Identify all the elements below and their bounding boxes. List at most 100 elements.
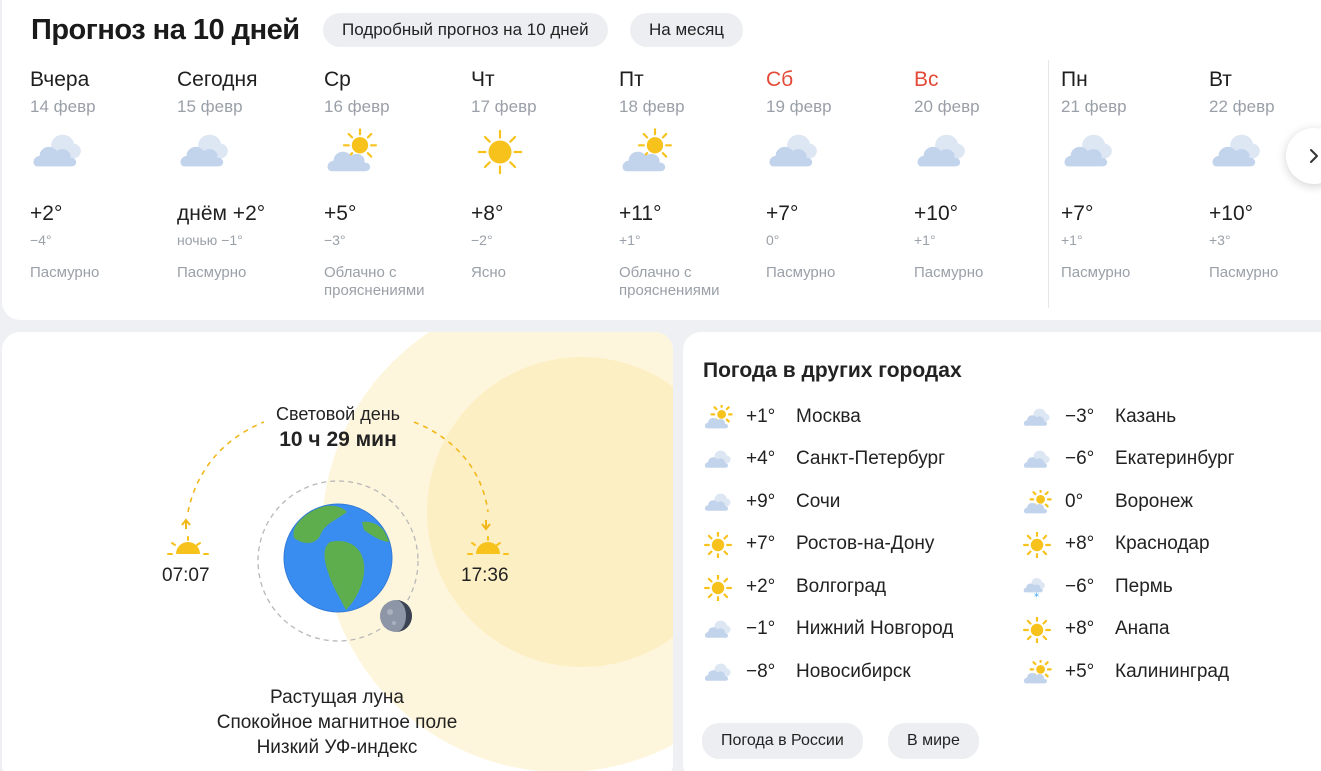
day-name: Вт bbox=[1209, 68, 1232, 91]
city-temperature: −6° bbox=[1065, 576, 1095, 597]
city-name: Пермь bbox=[1115, 576, 1173, 597]
city-temperature: −3° bbox=[1065, 406, 1095, 427]
city-name: Нижний Новгород bbox=[796, 618, 954, 639]
overcast-icon bbox=[1022, 447, 1052, 473]
city-name: Волгоград bbox=[796, 576, 887, 597]
overcast-icon bbox=[1022, 405, 1052, 431]
day-condition: Пасмурно bbox=[1061, 264, 1131, 281]
day-date: 17 февр bbox=[471, 97, 537, 116]
city-temperature: +9° bbox=[746, 491, 776, 512]
city-name: Анапа bbox=[1115, 618, 1170, 639]
city-row[interactable]: −3° Казань bbox=[1022, 403, 1321, 433]
day-temperature: +2° bbox=[30, 202, 63, 225]
night-temperature: −4° bbox=[30, 232, 52, 248]
partly-cloudy-icon bbox=[324, 128, 384, 178]
day-temperature: +10° bbox=[914, 202, 959, 225]
world-weather-button[interactable]: В мире bbox=[888, 723, 979, 759]
day-column[interactable]: Пт 18 февр +11° +1° Облачно с прояснениями bbox=[619, 68, 759, 299]
day-name: Пн bbox=[1061, 68, 1088, 91]
day-date: 19 февр bbox=[766, 97, 832, 116]
magnetic-field: Спокойное магнитное поле bbox=[216, 712, 458, 733]
russia-weather-button[interactable]: Погода в России bbox=[702, 723, 863, 759]
day-name: Ср bbox=[324, 68, 351, 91]
city-name: Калининград bbox=[1115, 661, 1230, 682]
city-name: Новосибирск bbox=[796, 661, 911, 682]
day-column[interactable]: Вс 20 февр +10° +1° Пасмурно bbox=[914, 68, 1054, 281]
day-condition: Пасмурно bbox=[1209, 264, 1279, 281]
overcast-icon bbox=[703, 660, 733, 686]
city-row[interactable]: −6° Екатеринбург bbox=[1022, 445, 1321, 475]
night-temperature: +3° bbox=[1209, 232, 1231, 248]
moon-phase: Растущая луна bbox=[270, 687, 404, 708]
sun-icon bbox=[471, 128, 531, 178]
day-condition: Ясно bbox=[471, 264, 506, 281]
city-row[interactable]: +2° Волгоград bbox=[703, 573, 1013, 603]
partly-cloudy-icon bbox=[619, 128, 679, 178]
day-column[interactable]: Сб 19 февр +7° 0° Пасмурно bbox=[766, 68, 906, 281]
partly-cloudy-icon bbox=[1022, 658, 1052, 686]
night-temperature: +1° bbox=[619, 232, 641, 248]
night-temperature: +1° bbox=[1061, 232, 1083, 248]
overcast-icon bbox=[703, 617, 733, 643]
day-column[interactable]: Ср 16 февр +5° −3° Облачно с прояснениями bbox=[324, 68, 464, 299]
detailed-forecast-button[interactable]: Подробный прогноз на 10 дней bbox=[323, 13, 608, 47]
overcast-icon bbox=[703, 447, 733, 473]
day-date: 18 февр bbox=[619, 97, 685, 116]
day-temperature: +8° bbox=[471, 202, 504, 225]
city-temperature: −6° bbox=[1065, 448, 1095, 469]
city-row[interactable]: 0° Воронеж bbox=[1022, 488, 1321, 518]
city-row[interactable]: −1° Нижний Новгород bbox=[703, 615, 1013, 645]
sun-icon bbox=[703, 531, 733, 559]
city-temperature: +4° bbox=[746, 448, 776, 469]
other-cities-panel: Погода в других городах +1° Москва +4° Санк… bbox=[683, 332, 1321, 771]
day-name: Сегодня bbox=[177, 68, 258, 91]
city-row[interactable]: −8° Новосибирск bbox=[703, 658, 1013, 688]
day-name: Сб bbox=[766, 68, 794, 91]
day-temperature: +11° bbox=[619, 202, 662, 225]
overcast-icon bbox=[1209, 128, 1269, 178]
overcast-icon bbox=[703, 490, 733, 516]
city-temperature: +1° bbox=[746, 406, 776, 427]
uv-index: Низкий УФ-индекс bbox=[256, 737, 418, 758]
day-column[interactable]: Чт 17 февр +8° −2° Ясно bbox=[471, 68, 611, 281]
city-row[interactable]: +8° Краснодар bbox=[1022, 530, 1321, 560]
day-name: Чт bbox=[471, 68, 495, 91]
night-temperature: −2° bbox=[471, 232, 493, 248]
day-column[interactable]: Вчера 14 февр +2° −4° Пасмурно bbox=[30, 68, 170, 281]
night-temperature: +1° bbox=[914, 232, 936, 248]
day-condition: Пасмурно bbox=[177, 264, 247, 281]
next-days-button[interactable] bbox=[1286, 128, 1321, 184]
sun-icon bbox=[1022, 531, 1052, 559]
city-temperature: +8° bbox=[1065, 618, 1095, 639]
month-forecast-button[interactable]: На месяц bbox=[630, 13, 744, 47]
sunrise-icon bbox=[167, 518, 209, 555]
city-row[interactable]: +8° Анапа bbox=[1022, 615, 1321, 645]
night-temperature: −3° bbox=[324, 232, 346, 248]
city-row[interactable]: +7° Ростов-на-Дону bbox=[703, 530, 1013, 560]
city-row[interactable]: +1° Москва bbox=[703, 403, 1013, 433]
partly-cloudy-icon bbox=[703, 403, 733, 431]
day-column[interactable]: Пн 21 февр +7° +1° Пасмурно bbox=[1061, 68, 1201, 281]
day-temperature: +7° bbox=[766, 202, 799, 225]
city-temperature: 0° bbox=[1065, 491, 1084, 512]
earth-icon bbox=[283, 503, 393, 613]
svg-text:*: * bbox=[1034, 591, 1039, 601]
day-date: 20 февр bbox=[914, 97, 980, 116]
moon-icon bbox=[380, 600, 412, 632]
city-row[interactable]: +9° Сочи bbox=[703, 488, 1013, 518]
daylight-duration: 10 ч 29 мин bbox=[279, 428, 397, 451]
forecast-panel: Прогноз на 10 дней Подробный прогноз на … bbox=[2, 0, 1321, 320]
day-condition: Пасмурно bbox=[766, 264, 836, 281]
city-row[interactable]: * −6° Пермь bbox=[1022, 573, 1321, 603]
daylight-panel: Световой день 10 ч 29 мин 07:07 17:36 Ра… bbox=[2, 332, 673, 771]
day-column[interactable]: Вт 22 февр +10° +3° Пасмурно bbox=[1209, 68, 1321, 281]
city-row[interactable]: +5° Калининград bbox=[1022, 658, 1321, 688]
chevron-right-icon bbox=[1310, 149, 1318, 163]
city-row[interactable]: +4° Санкт-Петербург bbox=[703, 445, 1013, 475]
city-name: Екатеринбург bbox=[1115, 448, 1235, 469]
city-temperature: −1° bbox=[746, 618, 776, 639]
day-column[interactable]: Сегодня 15 февр днём +2° ночью −1° Пасмурно bbox=[177, 68, 317, 281]
day-name: Вс bbox=[914, 68, 939, 91]
day-date: 21 февр bbox=[1061, 97, 1127, 116]
week-separator bbox=[1048, 60, 1049, 308]
